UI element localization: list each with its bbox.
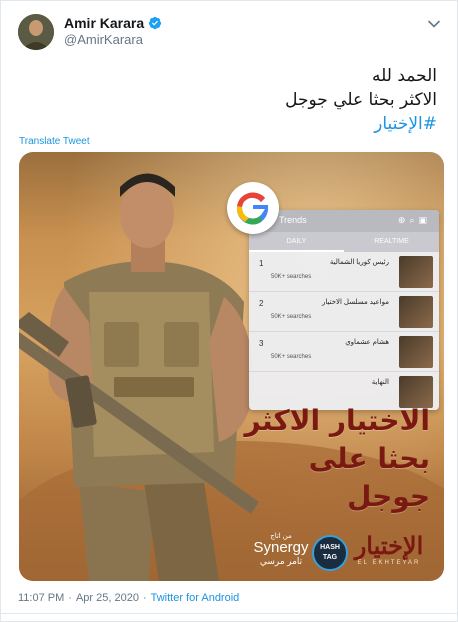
trend-row: 1 رئيس كوريا الشمالية 50K+ searches <box>249 252 439 292</box>
promo-headline-line-2: بحثا على <box>308 442 430 475</box>
meta-separator: · <box>142 592 147 604</box>
trend-title: رئيس كوريا الشمالية <box>329 259 389 266</box>
trend-rank: 1 <box>259 259 264 268</box>
tweet-media-image[interactable]: Trends ⊕⌕▣ DAILY REALTIME 1 رئيس كوريا ا… <box>19 152 444 581</box>
hashtag-logo: HASH TAG <box>312 535 348 571</box>
tweet-time[interactable]: 11:07 PM <box>18 592 64 604</box>
promo-headline-line-1: الاختيار الاكثر <box>244 404 430 437</box>
tweet-card: Amir Karara @AmirKarara الحمد لله الاكثر… <box>0 0 458 622</box>
trend-title: مواعيد مسلسل الاختيار <box>321 299 389 306</box>
tweet-metadata: 11:07 PM · Apr 25, 2020 · Twitter for An… <box>18 592 239 604</box>
promo-headline: الاختيار الاكثر بحثا على جوجل <box>245 402 430 516</box>
tweet-text-line-1: الحمد لله <box>372 66 437 86</box>
tab-daily: DAILY <box>249 232 344 252</box>
show-title-logo: الإختيار EL EKHTEYAR <box>346 531 432 567</box>
hashtag-logo-line-1: HASH <box>320 544 340 551</box>
producer-credit: من اتاج Synergy تامر مرسي <box>251 532 311 567</box>
avatar[interactable] <box>18 14 54 50</box>
trend-thumbnail <box>399 336 433 368</box>
trend-searches: 50K+ searches <box>271 274 312 280</box>
tweet-date[interactable]: Apr 25, 2020 <box>76 592 139 604</box>
trend-searches: 50K+ searches <box>271 354 312 360</box>
trends-header-icons: ⊕⌕▣ <box>397 215 431 225</box>
google-trends-panel: Trends ⊕⌕▣ DAILY REALTIME 1 رئيس كوريا ا… <box>249 210 439 410</box>
promo-headline-line-3: جوجل <box>347 480 430 513</box>
google-logo-icon <box>227 182 279 234</box>
tweet-text-line-2: الاكثر بحثا علي جوجل <box>285 90 437 110</box>
verified-badge-icon <box>149 16 162 30</box>
credit-brand: Synergy <box>253 539 309 556</box>
hashtag-logo-line-2: TAG <box>322 554 338 561</box>
trend-thumbnail <box>399 256 433 288</box>
trend-title: هشام عشماوي <box>345 339 389 346</box>
chevron-down-icon[interactable] <box>427 17 441 31</box>
trend-row: 3 هشام عشماوي 50K+ searches <box>249 332 439 372</box>
tab-realtime: REALTIME <box>374 238 409 245</box>
trends-tabs: DAILY REALTIME <box>249 232 439 252</box>
trends-title: Trends <box>279 215 307 225</box>
tweet-client-link[interactable]: Twitter for Android <box>151 592 240 604</box>
avatar-image <box>18 14 54 50</box>
author-handle[interactable]: @AmirKarara <box>64 32 143 47</box>
divider <box>1 613 458 614</box>
trend-title: النهاية <box>371 379 389 386</box>
hashtag-link[interactable]: #الإختيار <box>285 112 437 136</box>
show-title-arabic: الإختيار <box>354 531 424 560</box>
author-display-name[interactable]: Amir Karara <box>64 15 144 31</box>
trend-searches: 50K+ searches <box>271 314 312 320</box>
trend-rank: 3 <box>259 339 264 348</box>
trend-row: 2 مواعيد مسلسل الاختيار 50K+ searches <box>249 292 439 332</box>
translate-tweet-link[interactable]: Translate Tweet <box>19 136 90 147</box>
trend-thumbnail <box>399 296 433 328</box>
tweet-text: الحمد لله الاكثر بحثا علي جوجل #الإختيار <box>285 64 437 136</box>
meta-separator: · <box>68 592 72 604</box>
credit-name: تامر مرسي <box>259 556 303 566</box>
trend-rank: 2 <box>259 299 264 308</box>
author-name-row: Amir Karara <box>64 15 162 31</box>
show-title-latin: EL EKHTEYAR <box>357 560 421 566</box>
